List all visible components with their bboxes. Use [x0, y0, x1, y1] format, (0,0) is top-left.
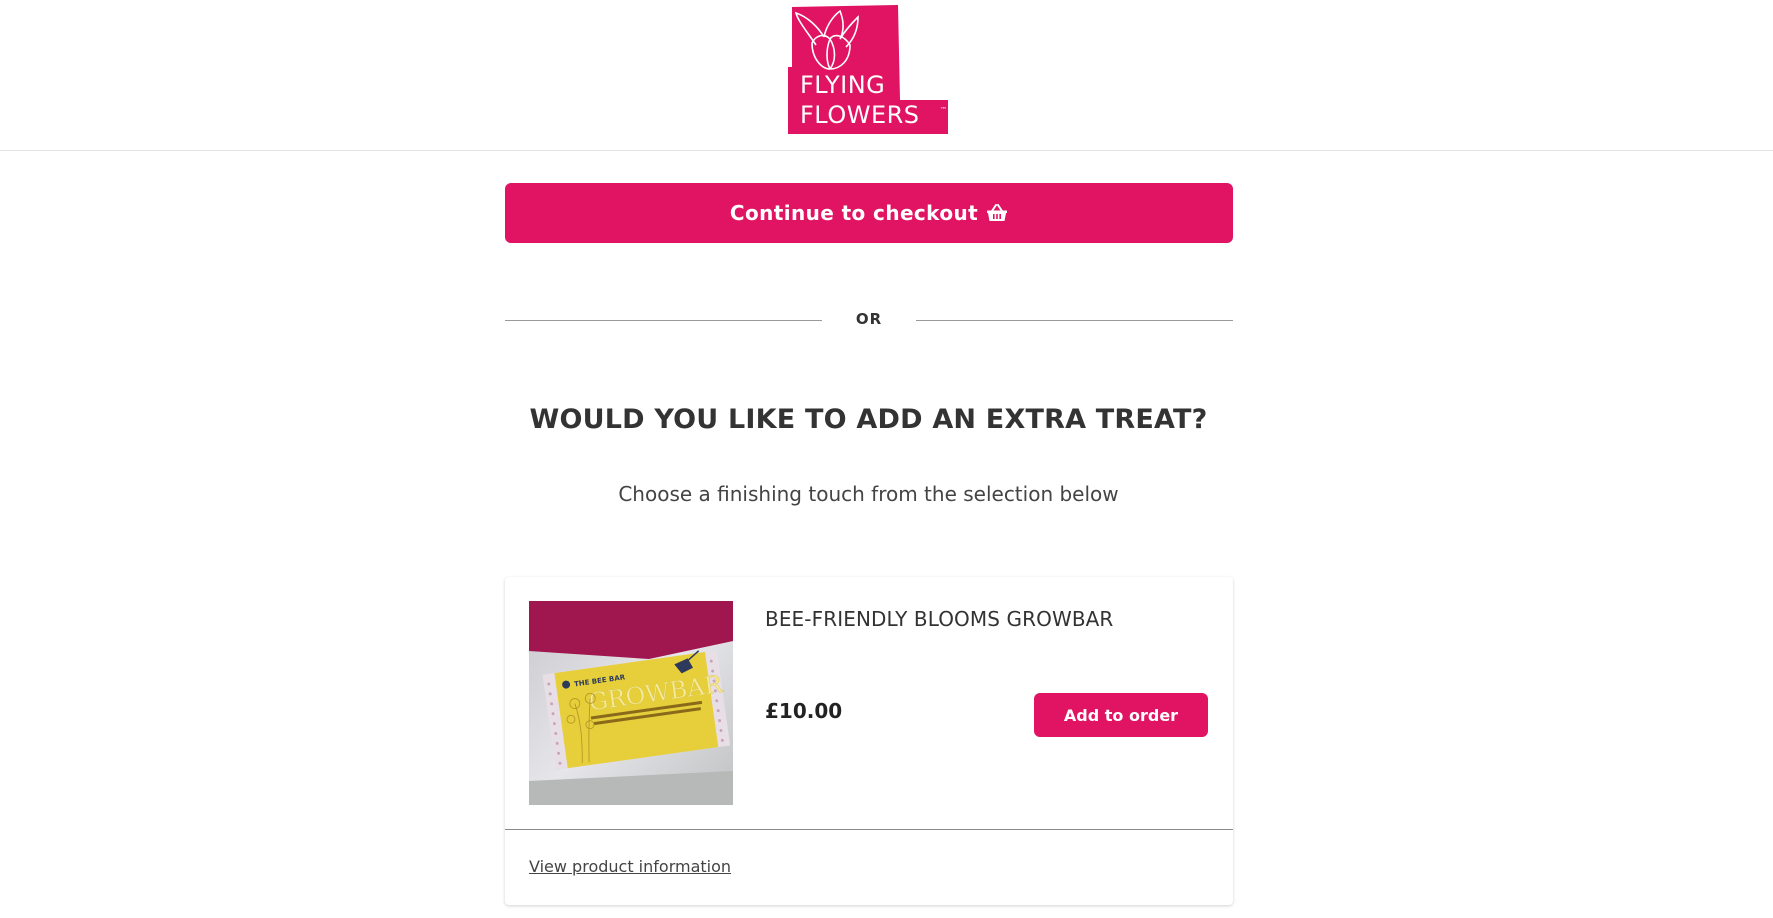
- flying-flowers-logo[interactable]: FLYING FLOWERS ™: [788, 5, 950, 134]
- upsell-heading: WOULD YOU LIKE TO ADD AN EXTRA TREAT?: [529, 404, 1208, 435]
- continue-to-checkout-button[interactable]: Continue to checkout: [505, 183, 1233, 243]
- add-to-order-button[interactable]: Add to order: [1034, 693, 1208, 737]
- product-name: BEE-FRIENDLY BLOOMS GROWBAR: [765, 607, 1114, 631]
- card-divider: [505, 829, 1233, 830]
- basket-icon: [987, 204, 1008, 221]
- checkout-button-label: Continue to checkout: [729, 201, 979, 225]
- product-price: £10.00: [765, 699, 843, 723]
- product-card: THE BEE BAR GROWBAR BEE-FRIENDLY BLOOMS …: [505, 577, 1233, 905]
- divider-left: [505, 320, 822, 321]
- site-header: FLYING FLOWERS ™: [0, 0, 1773, 151]
- or-separator: OR: [855, 310, 883, 328]
- growbar-photo: THE BEE BAR GROWBAR: [529, 601, 733, 805]
- logo-text-line1: FLYING: [800, 71, 886, 99]
- view-product-information-link[interactable]: View product information: [529, 857, 731, 876]
- logo-text-line2: FLOWERS: [800, 101, 920, 129]
- logo-trademark: ™: [940, 106, 947, 114]
- product-image[interactable]: THE BEE BAR GROWBAR: [529, 601, 733, 805]
- divider-right: [916, 320, 1233, 321]
- upsell-subheading: Choose a finishing touch from the select…: [618, 482, 1119, 506]
